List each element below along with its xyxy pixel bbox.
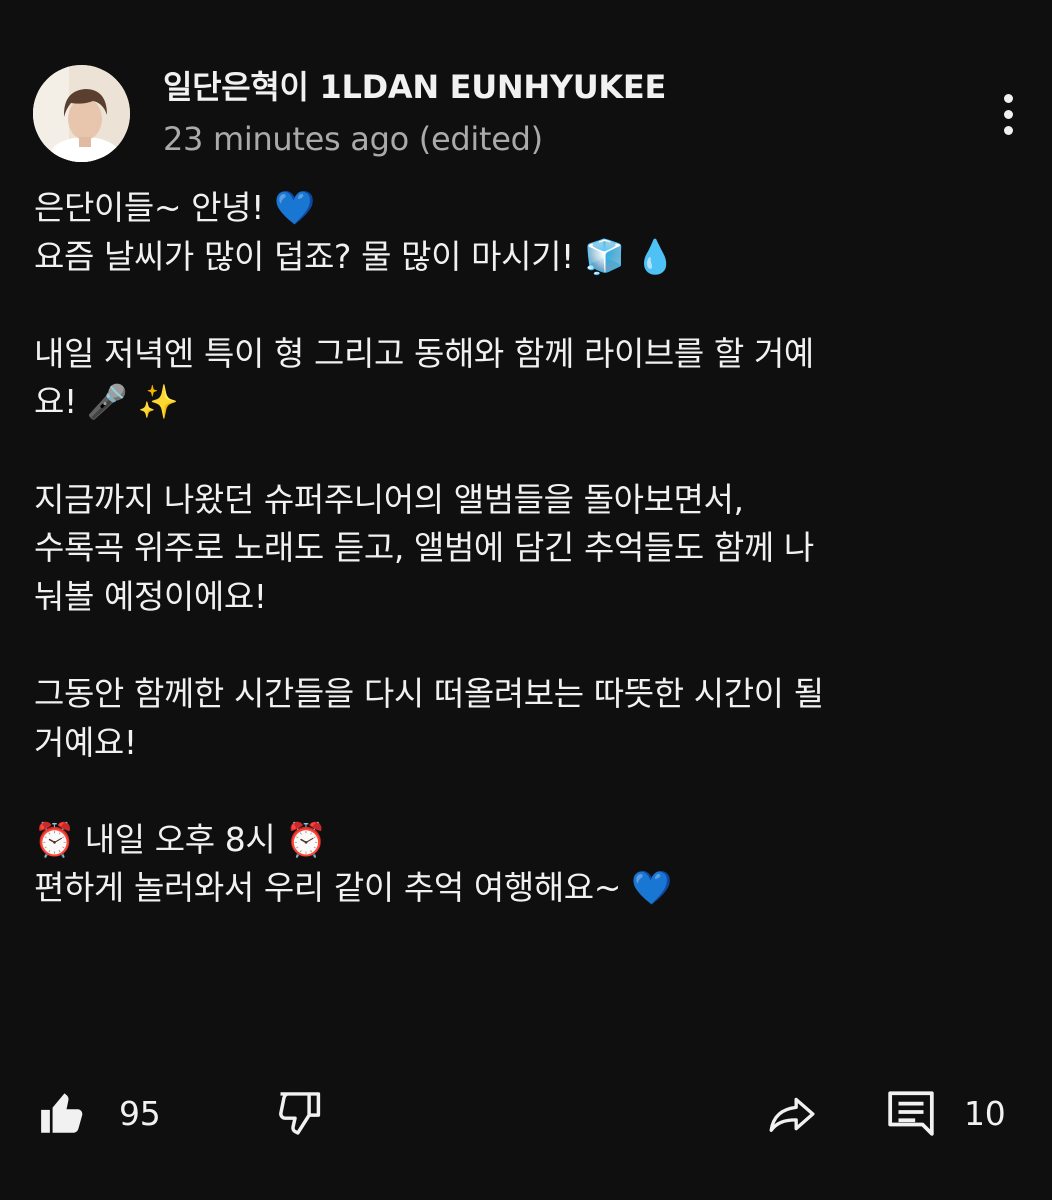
more-options-button[interactable] (988, 88, 1030, 142)
like-button[interactable]: 95 (35, 1080, 161, 1146)
more-vertical-icon (1004, 94, 1013, 103)
action-bar: 95 10 (0, 1080, 1052, 1146)
post-line (34, 281, 1024, 330)
post-line: 요즘 날씨가 많이 덥죠? 물 많이 마시기! 🧊 💧 (34, 236, 676, 276)
post-line: 눠볼 예정이에요! (34, 576, 267, 616)
post-line (34, 767, 1024, 816)
comment-icon (888, 1091, 934, 1136)
thumbs-up-icon (41, 1093, 83, 1133)
avatar[interactable] (33, 65, 130, 162)
thumbs-down-icon (279, 1092, 321, 1135)
comments-button[interactable]: 10 (886, 1080, 1006, 1146)
post-body: 은단이들~ 안녕! 💙 요즘 날씨가 많이 덥죠? 물 많이 마시기! 🧊 💧 … (34, 184, 1024, 913)
avatar-image (33, 65, 130, 162)
comment-count: 10 (964, 1093, 1006, 1133)
post-line: 지금까지 나왔던 슈퍼주니어의 앨범들을 돌아보면서, (34, 479, 744, 519)
post-timestamp: 23 minutes ago (edited) (163, 120, 543, 158)
post-line: 은단이들~ 안녕! 💙 (34, 188, 315, 227)
community-post: 일단은혁이 1LDAN EUNHYUKEE 23 minutes ago (ed… (0, 0, 1052, 1200)
share-icon (769, 1097, 815, 1132)
channel-name[interactable]: 일단은혁이 1LDAN EUNHYUKEE (163, 62, 666, 108)
post-line: ⏰ 내일 오후 8시 ⏰ (34, 819, 327, 859)
post-line (34, 621, 1024, 670)
post-line: 편하게 놀러와서 우리 같이 추억 여행해요~ 💙 (34, 868, 672, 908)
share-button[interactable] (763, 1080, 821, 1146)
post-line: 그동안 함께한 시간들을 다시 떠올려보는 따뜻한 시간이 될 (34, 673, 824, 713)
post-line: 수록곡 위주로 노래도 듣고, 앨범에 담긴 추억들도 함께 나 (34, 528, 814, 568)
post-line (34, 427, 1024, 476)
post-line: 내일 저녁엔 특이 형 그리고 동해와 함께 라이브를 할 거예 (34, 333, 814, 373)
post-line: 요! 🎤 ✨ (34, 382, 179, 422)
like-count: 95 (119, 1093, 161, 1133)
dislike-button[interactable] (272, 1080, 328, 1146)
post-line: 거예요! (34, 722, 137, 762)
